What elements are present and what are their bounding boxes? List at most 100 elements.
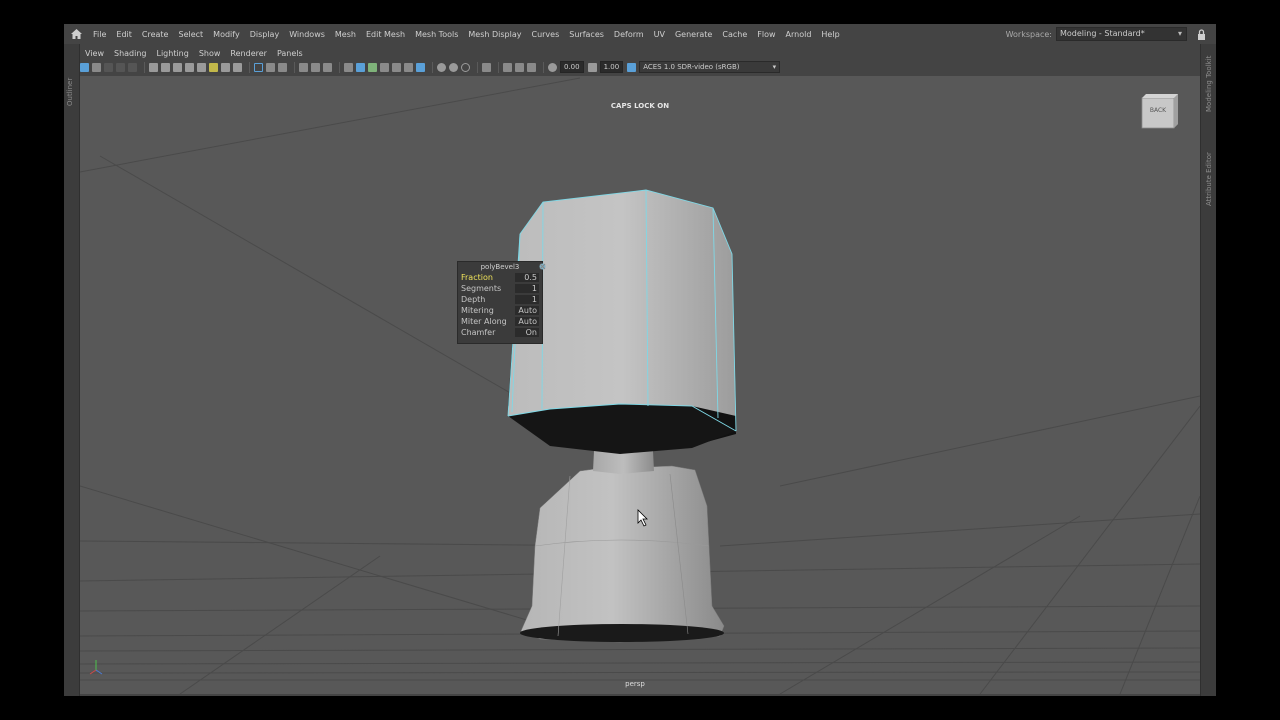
depth-of-field-icon[interactable] xyxy=(449,62,458,72)
menu-file[interactable]: File xyxy=(88,30,111,39)
wireframe-icon[interactable] xyxy=(311,62,320,72)
menu-deform[interactable]: Deform xyxy=(609,30,649,39)
frame-all-icon[interactable] xyxy=(503,62,512,72)
menu-windows[interactable]: Windows xyxy=(284,30,330,39)
menu-select[interactable]: Select xyxy=(173,30,208,39)
bevel-chamfer-value[interactable]: On xyxy=(515,328,539,337)
right-panel-tabs: Modeling Toolkit Attribute Editor xyxy=(1200,44,1216,696)
frame-icon[interactable] xyxy=(527,62,536,72)
lock-camera-icon[interactable] xyxy=(92,62,101,72)
lock-icon[interactable] xyxy=(1197,28,1206,40)
menu-cache[interactable]: Cache xyxy=(717,30,752,39)
bevel-fraction-label: Fraction xyxy=(461,273,493,282)
axis-indicator-icon xyxy=(89,660,103,675)
resolution-gate-icon[interactable] xyxy=(161,62,170,72)
exposure-field[interactable]: 0.00 xyxy=(560,61,584,73)
camera-attributes-icon[interactable] xyxy=(104,62,113,72)
panel-menu-panels[interactable]: Panels xyxy=(272,49,308,58)
xray-icon[interactable] xyxy=(278,62,287,72)
bevel-miter-along-value[interactable]: Auto xyxy=(515,317,539,326)
shadows-icon[interactable] xyxy=(392,62,401,72)
bevel-segments-value[interactable]: 1 xyxy=(515,284,539,293)
scene-canvas[interactable] xyxy=(80,76,1200,694)
shaded-icon[interactable] xyxy=(356,62,365,72)
film-gate-icon[interactable] xyxy=(149,62,158,72)
exposure-icon[interactable] xyxy=(548,62,557,72)
menu-edit-mesh[interactable]: Edit Mesh xyxy=(361,30,410,39)
panel-menu-shading[interactable]: Shading xyxy=(109,49,152,58)
select-tool-icon[interactable] xyxy=(482,62,491,72)
panel-menu-view[interactable]: View xyxy=(80,49,109,58)
bevel-row-mitering[interactable]: Mitering Auto xyxy=(458,305,542,316)
modeling-toolkit-tab[interactable]: Modeling Toolkit xyxy=(1205,56,1213,112)
outliner-tab[interactable]: Outliner xyxy=(64,44,80,696)
bevel-row-chamfer[interactable]: Chamfer On xyxy=(458,327,542,338)
menu-create[interactable]: Create xyxy=(137,30,174,39)
workspace-dropdown[interactable]: Modeling - Standard* ▾ xyxy=(1056,27,1187,41)
use-all-lights-icon[interactable] xyxy=(380,62,389,72)
close-icon[interactable] xyxy=(539,263,546,270)
select-camera-icon[interactable] xyxy=(80,62,89,72)
gate-mask-icon[interactable] xyxy=(173,62,182,72)
multisample-icon[interactable] xyxy=(437,62,446,72)
bevel-fraction-value[interactable]: 0.5 xyxy=(515,273,539,282)
bevel-mitering-value[interactable]: Auto xyxy=(515,306,539,315)
panel-menu-bar: View Shading Lighting Show Renderer Pane… xyxy=(80,46,308,60)
isolate-icon[interactable] xyxy=(461,62,470,72)
color-management-icon[interactable] xyxy=(627,62,637,72)
bevel-row-depth[interactable]: Depth 1 xyxy=(458,294,542,305)
attribute-editor-tab[interactable]: Attribute Editor xyxy=(1205,152,1213,206)
bevel-depth-value[interactable]: 1 xyxy=(515,295,539,304)
menu-edit[interactable]: Edit xyxy=(111,30,137,39)
toolbar-divider xyxy=(339,61,340,73)
panel-menu-renderer[interactable]: Renderer xyxy=(225,49,272,58)
pan-zoom-icon[interactable] xyxy=(221,62,230,72)
chevron-down-icon: ▾ xyxy=(772,63,777,71)
menu-curves[interactable]: Curves xyxy=(526,30,564,39)
poly-bevel-title-bar: polyBevel3 xyxy=(458,262,546,272)
menu-mesh[interactable]: Mesh xyxy=(330,30,361,39)
viewport-toolbar: 0.00 1.00 ACES 1.0 SDR-video (sRGB) ▾ xyxy=(80,60,1200,74)
toolbar-divider xyxy=(477,61,478,73)
bookmark-icon[interactable] xyxy=(116,62,125,72)
menu-arnold[interactable]: Arnold xyxy=(781,30,817,39)
isolate-select-icon[interactable] xyxy=(299,62,308,72)
bevel-row-fraction[interactable]: Fraction 0.5 xyxy=(458,272,542,283)
menu-generate[interactable]: Generate xyxy=(670,30,717,39)
toolbar-divider xyxy=(249,61,250,73)
bevel-row-segments[interactable]: Segments 1 xyxy=(458,283,542,294)
screen-space-ao-icon[interactable] xyxy=(404,62,413,72)
gamma-icon[interactable] xyxy=(587,62,597,72)
menu-help[interactable]: Help xyxy=(816,30,844,39)
frame-selected-icon[interactable] xyxy=(515,62,524,72)
menu-uv[interactable]: UV xyxy=(649,30,670,39)
image-plane-icon[interactable] xyxy=(128,62,137,72)
menu-modify[interactable]: Modify xyxy=(208,30,245,39)
home-icon[interactable] xyxy=(70,28,82,40)
smooth-shade-icon[interactable] xyxy=(323,62,332,72)
grid-icon[interactable] xyxy=(254,62,263,72)
viewcube[interactable]: BACK xyxy=(1140,92,1178,129)
color-space-dropdown[interactable]: ACES 1.0 SDR-video (sRGB) ▾ xyxy=(639,61,781,73)
field-chart-icon[interactable] xyxy=(185,62,194,72)
safe-title-icon[interactable] xyxy=(209,62,218,72)
bevel-mitering-label: Mitering xyxy=(461,306,494,315)
caps-lock-hud: CAPS LOCK ON xyxy=(610,102,670,110)
menu-display[interactable]: Display xyxy=(245,30,285,39)
panel-menu-show[interactable]: Show xyxy=(194,49,226,58)
perspective-viewport[interactable]: CAPS LOCK ON persp BACK polyBevel3 Fract… xyxy=(80,76,1200,694)
safe-action-icon[interactable] xyxy=(197,62,206,72)
toolbar-divider xyxy=(144,61,145,73)
menu-flow[interactable]: Flow xyxy=(752,30,780,39)
menu-surfaces[interactable]: Surfaces xyxy=(564,30,609,39)
grease-pencil-icon[interactable] xyxy=(233,62,242,72)
textured-icon[interactable] xyxy=(368,62,377,72)
bevel-row-miter-along[interactable]: Miter Along Auto xyxy=(458,316,542,327)
heads-up-display-icon[interactable] xyxy=(266,62,275,72)
menu-mesh-display[interactable]: Mesh Display xyxy=(463,30,526,39)
gamma-field[interactable]: 1.00 xyxy=(599,61,624,73)
motion-blur-icon[interactable] xyxy=(416,62,425,72)
panel-menu-lighting[interactable]: Lighting xyxy=(151,49,193,58)
wireframe-on-shaded-icon[interactable] xyxy=(344,62,353,72)
menu-mesh-tools[interactable]: Mesh Tools xyxy=(410,30,463,39)
